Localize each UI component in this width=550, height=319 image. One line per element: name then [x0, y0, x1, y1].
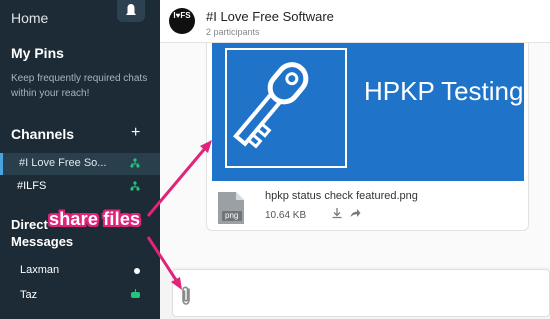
my-pins-title[interactable]: My Pins: [11, 45, 64, 61]
sidebar-item-laxman[interactable]: Laxman: [0, 262, 160, 282]
channel-label: #I Love Free So...: [19, 157, 107, 169]
key-graphic-frame: [225, 48, 347, 168]
group-icon: [130, 181, 140, 194]
sidebar-item-i-love-free-software[interactable]: #I Love Free So...: [0, 153, 160, 175]
paperclip-icon: [182, 286, 190, 305]
message-list: HPKP Testing png hpkp status check featu…: [160, 43, 550, 267]
file-extension: png: [225, 211, 239, 220]
sidebar-item-ilfs[interactable]: #ILFS: [0, 176, 160, 198]
bell-icon: [126, 4, 136, 15]
key-icon: [233, 62, 309, 149]
chat-header: I♥FS #I Love Free Software 2 participant…: [160, 0, 550, 43]
user-label: Laxman: [20, 264, 60, 276]
add-channel-icon[interactable]: +: [131, 124, 140, 142]
group-icon: [130, 158, 140, 171]
notifications-button[interactable]: [117, 0, 145, 22]
channel-label: #ILFS: [17, 180, 47, 192]
attach-file-button[interactable]: [177, 284, 195, 308]
message-input[interactable]: [172, 269, 550, 317]
file-size: 10.64 KB: [265, 210, 307, 221]
my-pins-description: Keep frequently required chats within yo…: [11, 73, 148, 99]
room-avatar-text: I♥FS: [173, 11, 191, 20]
room-avatar[interactable]: I♥FS: [169, 8, 195, 34]
thumbnail-text: HPKP Testing: [364, 76, 524, 106]
user-label: Taz: [20, 289, 38, 301]
sidebar: Home My Pins Keep frequently required ch…: [0, 0, 160, 319]
file-attachment-card[interactable]: HPKP Testing png hpkp status check featu…: [206, 43, 529, 231]
online-status-icon: [134, 268, 140, 274]
participants-count[interactable]: 2 participants: [206, 27, 260, 37]
annotation-label: share files: [49, 209, 141, 229]
share-arrow-icon[interactable]: [349, 207, 361, 222]
download-icon[interactable]: [331, 207, 343, 222]
chat-main: I♥FS #I Love Free Software 2 participant…: [160, 0, 550, 319]
image-thumbnail[interactable]: HPKP Testing: [212, 43, 524, 181]
file-type-icon: png: [216, 191, 246, 225]
message-composer: [160, 267, 550, 319]
sidebar-home[interactable]: Home: [11, 10, 48, 26]
room-title[interactable]: #I Love Free Software: [206, 9, 334, 24]
channels-title: Channels: [11, 126, 75, 142]
file-name[interactable]: hpkp status check featured.png: [265, 190, 418, 202]
sidebar-item-taz[interactable]: Taz: [0, 287, 160, 307]
bot-icon: [130, 289, 141, 302]
